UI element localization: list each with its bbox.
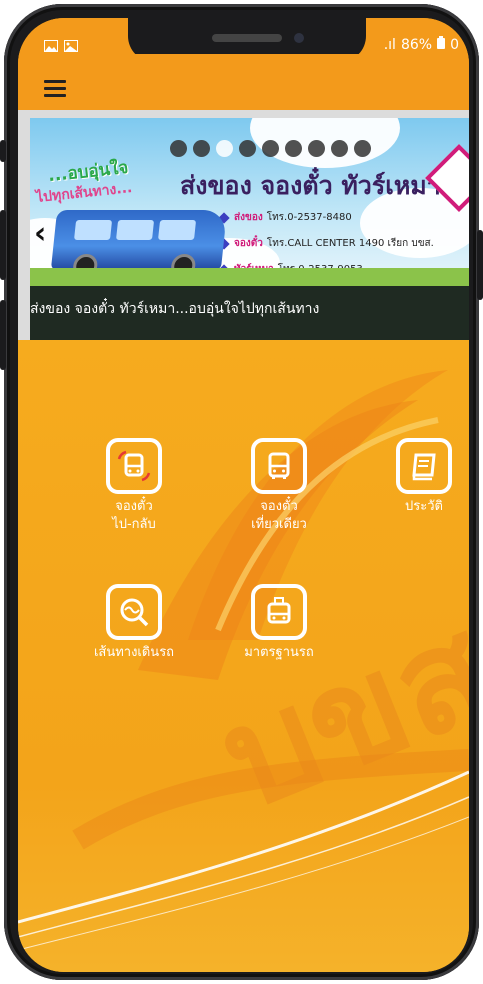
side-button [0,140,6,162]
carousel-dot[interactable] [170,140,187,157]
hamburger-icon[interactable] [44,80,66,101]
route-search-icon [106,584,162,640]
carousel-prev-arrow[interactable]: ‹ [34,216,46,251]
carousel-dot[interactable] [239,140,256,157]
contact-ticket: จองตั๋ว โทร.CALL CENTER 1490 เรียก บขส. [218,236,434,251]
routes-label: เส้นทางเดินรถ [93,645,175,660]
carousel-dot[interactable] [285,140,302,157]
menu-history[interactable]: ประวัติ [374,438,469,516]
carousel-caption: ส่งของ จองตั๋ว ทัวร์เหมา...อบอุ่นใจไปทุก… [30,286,469,340]
carousel-dot[interactable] [354,140,371,157]
carousel-indicators[interactable] [170,140,371,157]
volume-button [0,210,6,280]
menu-round-trip-ticket[interactable]: จองตั๋ว ไป-กลับ [84,438,184,534]
battery-percent: 86% [400,36,433,53]
signal-icon: .ıl [383,36,396,53]
menu-one-way-ticket[interactable]: จองตั๋ว เที่ยวเดียว [229,438,329,534]
banner-ground [30,268,469,286]
carousel-dot[interactable] [331,140,348,157]
front-camera [294,33,304,43]
app-bar [18,54,469,110]
menu-bus-standards[interactable]: มาตรฐานรถ [229,584,329,662]
standards-label: มาตรฐานรถ [244,645,314,660]
history-label: ประวัติ [405,499,443,514]
promo-carousel[interactable]: ...อบอุ่นใจ ไปทุกเส้นทาง... ส่งของ จองตั… [18,110,469,340]
one-way-label-2: เที่ยวเดียว [251,517,307,532]
round-trip-label-2: ไป-กลับ [112,517,156,532]
battery-icon [437,36,446,53]
menu-routes[interactable]: เส้นทางเดินรถ [84,584,184,662]
round-trip-bus-icon [106,438,162,494]
system-indicators: .ıl 86% 0 [384,36,459,53]
volume-button-2 [0,300,6,370]
bus-standard-icon [251,584,307,640]
app-screen: .ıl 86% 0 ...อบอุ่นใจ ไปทุกเส้นทาง... ส่… [18,18,469,972]
power-button [477,230,483,300]
book-icon [396,438,452,494]
carousel-dot[interactable] [308,140,325,157]
caption-text: ส่งของ จองตั๋ว ทัวร์เหมา...อบอุ่นใจไปทุก… [30,301,320,317]
carousel-dot[interactable] [262,140,279,157]
decorative-curves [18,770,469,951]
speaker-grille [212,34,282,42]
menu-area: บขส จองตั๋ว ไป-กลับ จองตั๋ว เที่ยวเดียว [18,340,469,972]
contact-parcel: ส่งของ โทร.0-2537-8480 [218,210,352,225]
bus-illustration [50,210,228,278]
bus-icon [251,438,307,494]
one-way-label-1: จองตั๋ว [260,499,298,514]
banner-headline: ส่งของ จองตั๋ว ทัวร์เหมา [180,171,441,200]
carousel-dot[interactable] [193,140,210,157]
round-trip-label-1: จองตั๋ว [115,499,153,514]
carousel-dot[interactable] [216,140,233,157]
phone-frame: .ıl 86% 0 ...อบอุ่นใจ ไปทุกเส้นทาง... ส่… [4,4,479,980]
banner-image: ...อบอุ่นใจ ไปทุกเส้นทาง... ส่งของ จองตั… [30,118,469,286]
battery-suffix: 0 [450,36,459,53]
